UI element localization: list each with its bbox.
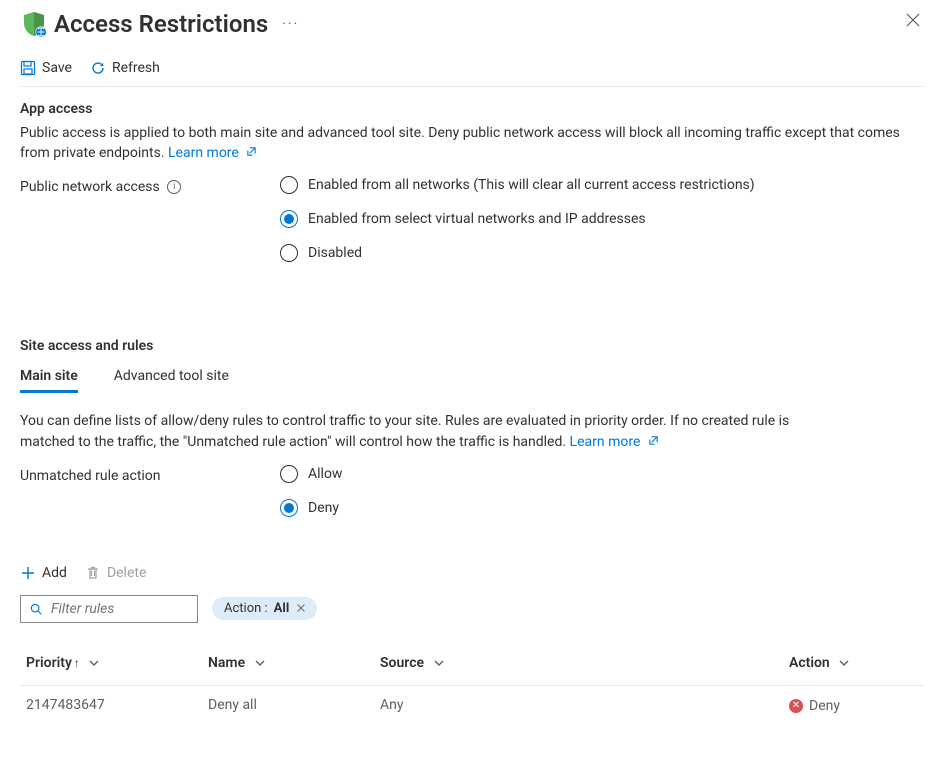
app-access-description: Public access is applied to both main si… — [20, 123, 925, 164]
site-rules-description: You can define lists of allow/deny rules… — [20, 411, 840, 453]
chevron-down-icon — [839, 658, 849, 668]
close-button[interactable] — [905, 12, 925, 32]
filter-row: Action : All — [20, 595, 925, 623]
learn-more-link-app-access[interactable]: Learn more — [168, 145, 257, 161]
radio-label: Disabled — [308, 245, 362, 261]
column-header-label: Source — [380, 655, 424, 671]
more-menu-button[interactable]: ··· — [282, 16, 299, 32]
column-header-action[interactable]: Action — [783, 647, 925, 686]
add-rule-button[interactable]: Add — [20, 565, 67, 581]
filter-pill-label: Action : — [224, 601, 268, 616]
clear-filter-icon[interactable] — [295, 602, 309, 616]
chevron-down-icon — [255, 658, 265, 668]
filter-rules-input[interactable] — [49, 600, 189, 618]
delete-rule-button[interactable]: Delete — [85, 565, 146, 581]
search-icon — [29, 602, 43, 616]
column-header-name[interactable]: Name — [202, 647, 374, 686]
trash-icon — [85, 565, 101, 581]
cell-action: ✕ Deny — [783, 685, 925, 724]
column-header-label: Priority — [26, 655, 72, 671]
cell-priority: 2147483647 — [20, 685, 202, 724]
blade-header: Access Restrictions ··· — [20, 10, 925, 38]
command-bar: Save Refresh — [20, 60, 925, 86]
external-link-icon — [648, 432, 659, 453]
tab-advanced-tool-site[interactable]: Advanced tool site — [114, 368, 229, 393]
refresh-button[interactable]: Refresh — [90, 60, 160, 76]
cell-source: Any — [374, 685, 783, 724]
chevron-down-icon — [89, 658, 99, 668]
site-rules-description-text: You can define lists of allow/deny rules… — [20, 413, 789, 450]
public-network-access-label-text: Public network access — [20, 179, 160, 195]
refresh-icon — [90, 60, 106, 76]
radio-unmatched-deny[interactable]: Deny — [280, 499, 925, 517]
radio-button-icon — [280, 176, 298, 194]
delete-label: Delete — [107, 565, 146, 581]
rules-table: Priority↑ Name Source — [20, 647, 925, 724]
filter-pill-value: All — [274, 601, 290, 616]
public-network-access-label: Public network access i — [20, 176, 280, 195]
app-access-description-text: Public access is applied to both main si… — [20, 125, 900, 161]
save-button[interactable]: Save — [20, 60, 72, 76]
add-label: Add — [42, 565, 67, 581]
deny-icon: ✕ — [789, 699, 803, 713]
page-title: Access Restrictions — [54, 10, 268, 38]
filter-pill-action[interactable]: Action : All — [212, 597, 317, 620]
rule-toolbar: Add Delete — [20, 565, 925, 581]
site-tabs: Main site Advanced tool site — [20, 368, 925, 393]
learn-more-text: Learn more — [168, 145, 239, 161]
radio-enabled-select-networks[interactable]: Enabled from select virtual networks and… — [280, 210, 925, 228]
radio-button-icon — [280, 499, 298, 517]
section-title-app-access: App access — [20, 101, 925, 117]
radio-enabled-all-networks[interactable]: Enabled from all networks (This will cle… — [280, 176, 925, 194]
radio-label: Allow — [308, 466, 342, 482]
column-header-label: Action — [789, 655, 830, 671]
unmatched-rule-action-row: Unmatched rule action Allow Deny — [20, 465, 925, 533]
table-row[interactable]: 2147483647 Deny all Any ✕ Deny — [20, 685, 925, 724]
column-header-priority[interactable]: Priority↑ — [20, 647, 202, 686]
unmatched-rule-action-label: Unmatched rule action — [20, 465, 280, 484]
filter-input-wrap[interactable] — [20, 595, 198, 623]
table-header-row: Priority↑ Name Source — [20, 647, 925, 686]
learn-more-link-site-rules[interactable]: Learn more — [570, 434, 659, 450]
save-label: Save — [42, 60, 72, 76]
external-link-icon — [246, 143, 257, 163]
divider — [20, 86, 925, 87]
cell-action-text: Deny — [809, 698, 840, 714]
radio-label: Enabled from select virtual networks and… — [308, 211, 646, 227]
column-header-source[interactable]: Source — [374, 647, 783, 686]
radio-label: Enabled from all networks (This will cle… — [308, 177, 755, 193]
column-header-label: Name — [208, 655, 245, 671]
section-title-site-rules: Site access and rules — [20, 338, 925, 354]
radio-button-icon — [280, 244, 298, 262]
radio-button-icon — [280, 210, 298, 228]
public-network-access-row: Public network access i Enabled from all… — [20, 176, 925, 278]
shield-icon — [20, 10, 48, 38]
save-icon — [20, 60, 36, 76]
radio-label: Deny — [308, 500, 339, 516]
radio-unmatched-allow[interactable]: Allow — [280, 465, 925, 483]
learn-more-text: Learn more — [570, 434, 641, 450]
cell-name: Deny all — [202, 685, 374, 724]
sort-ascending-icon: ↑ — [74, 656, 80, 670]
tab-main-site[interactable]: Main site — [20, 368, 78, 393]
plus-icon — [20, 565, 36, 581]
radio-button-icon — [280, 465, 298, 483]
refresh-label: Refresh — [112, 60, 160, 76]
radio-disabled[interactable]: Disabled — [280, 244, 925, 262]
info-icon[interactable]: i — [167, 180, 181, 194]
chevron-down-icon — [434, 658, 444, 668]
